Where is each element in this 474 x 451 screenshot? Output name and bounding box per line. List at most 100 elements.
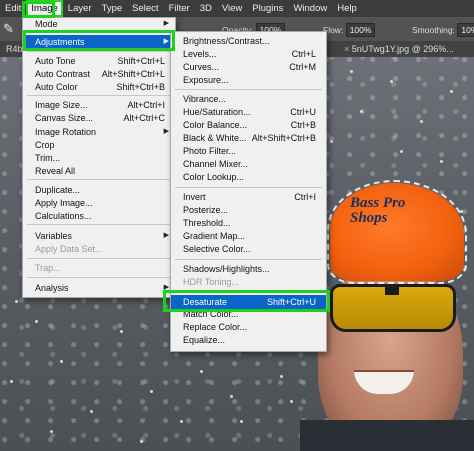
snowflake [15,300,18,303]
adjustments-item-gradient-map[interactable]: Gradient Map... [171,230,326,242]
menu-filter[interactable]: Filter [164,0,195,17]
image-menu-item-image-rotation[interactable]: Image Rotation ▶ [23,126,175,138]
smoothing-value[interactable]: 10% [457,23,474,37]
snowflake [330,140,333,143]
flow-control[interactable]: Flow: 100% [323,23,376,37]
adjustments-item-replace-color[interactable]: Replace Color... [171,321,326,333]
image-menu-item-label: Crop [35,140,55,150]
adjustments-item-photo-filter[interactable]: Photo Filter... [171,145,326,157]
adjustments-item-shadows-highlights[interactable]: Shadows/Highlights... [171,263,326,275]
adjustments-item-shortcut: Ctrl+I [294,192,316,202]
snowflake [60,360,63,363]
adjustments-item-label: Brightness/Contrast... [183,36,270,46]
chevron-right-icon: ▶ [163,232,169,239]
snowflake [50,430,53,433]
menu-separator [27,258,171,259]
image-menu-item-analysis[interactable]: Analysis ▶ [23,282,175,294]
snowflake [420,120,423,123]
image-menu-item-auto-color[interactable]: Auto Color Shift+Ctrl+B [23,81,175,93]
adjustments-item-label: Desaturate [183,297,228,307]
close-icon[interactable]: × [344,44,349,54]
snowflake [290,400,293,403]
adjustments-item-curves[interactable]: Curves... Ctrl+M [171,61,326,73]
menu-separator [175,259,322,260]
image-menu-item-image-size[interactable]: Image Size... Alt+Ctrl+I [23,99,175,111]
image-menu-item-calculations[interactable]: Calculations... [23,210,175,222]
adjustments-item-exposure[interactable]: Exposure... [171,74,326,86]
image-menu-item-variables[interactable]: Variables ▶ [23,230,175,242]
adjustments-item-label: Selective Color... [183,244,251,254]
snowflake [440,160,443,163]
image-menu-item-trim[interactable]: Trim... [23,152,175,164]
snowflake [35,320,38,323]
adjustments-item-label: Levels... [183,49,217,59]
tab-active-doc[interactable]: × 5nUTwg1Y.jpg @ 296%... [338,41,460,57]
menu-separator [175,187,322,188]
adjustments-item-channel-mixer[interactable]: Channel Mixer... [171,158,326,170]
menu-plugins[interactable]: Plugins [247,0,288,17]
image-menu-item-auto-contrast[interactable]: Auto Contrast Alt+Shift+Ctrl+L [23,68,175,80]
image-menu-item-reveal-all[interactable]: Reveal All [23,165,175,177]
image-menu-item-canvas-size[interactable]: Canvas Size... Alt+Ctrl+C [23,112,175,124]
image-menu-item-duplicate[interactable]: Duplicate... [23,184,175,196]
adjustments-item-equalize[interactable]: Equalize... [171,334,326,346]
snowflake [180,420,183,423]
menu-edit[interactable]: Edit [0,0,26,17]
snowflake [120,330,123,333]
image-menu-item-label: Adjustments [35,37,85,47]
adjustments-item-label: Gradient Map... [183,231,246,241]
adjustments-item-label: Match Color... [183,309,239,319]
adjustments-item-hdr-toning: HDR Toning... [171,276,326,288]
image-menu-item-auto-tone[interactable]: Auto Tone Shift+Ctrl+L [23,55,175,67]
adjustments-item-black-white[interactable]: Black & White... Alt+Shift+Ctrl+B [171,132,326,144]
snowflake [200,370,203,373]
menu-3d[interactable]: 3D [195,0,217,17]
adjustments-item-color-lookup[interactable]: Color Lookup... [171,171,326,183]
adjustments-item-selective-color[interactable]: Selective Color... [171,243,326,255]
adjustments-item-hue-saturation[interactable]: Hue/Saturation... Ctrl+U [171,106,326,118]
snowflake [10,380,13,383]
menu-separator [175,89,322,90]
menu-type[interactable]: Type [97,0,128,17]
sunglasses-bridge [385,287,399,295]
snowflake [350,70,353,73]
image-menu-item-adjustments[interactable]: Adjustments ▶ [23,35,175,49]
snowflake [390,80,393,83]
image-menu-item-apply-image[interactable]: Apply Image... [23,197,175,209]
flow-value[interactable]: 100% [345,23,376,37]
menu-image[interactable]: Image [26,0,63,17]
tab-active-doc-label: 5nUTwg1Y.jpg @ 296%... [351,44,454,54]
image-menu-item-label: Auto Tone [35,56,76,66]
image-menu-item-label: Mode [35,19,58,29]
menu-layer[interactable]: Layer [63,0,97,17]
menu-help[interactable]: Help [332,0,362,17]
menu-window[interactable]: Window [288,0,332,17]
image-menu-item-mode[interactable]: Mode ▶ [23,18,175,30]
adjustments-item-vibrance[interactable]: Vibrance... [171,93,326,105]
adjustments-item-invert[interactable]: Invert Ctrl+I [171,191,326,203]
adjustments-item-brightness-contrast[interactable]: Brightness/Contrast... [171,35,326,47]
image-menu-item-crop[interactable]: Crop [23,139,175,151]
adjustments-item-posterize[interactable]: Posterize... [171,204,326,216]
image-menu-item-apply-data-set: Apply Data Set... [23,243,175,255]
menubar: Edit Image Layer Type Select Filter 3D V… [0,0,474,17]
image-menu-item-shortcut: Shift+Ctrl+B [116,82,165,92]
adjustments-item-threshold[interactable]: Threshold... [171,217,326,229]
image-menu-item-shortcut: Shift+Ctrl+L [117,56,165,66]
brush-icon[interactable]: ✎ [3,22,17,36]
menu-select[interactable]: Select [127,0,163,17]
adjustments-item-levels[interactable]: Levels... Ctrl+L [171,48,326,60]
image-menu-item-label: Analysis [35,283,69,293]
adjustments-item-match-color[interactable]: Match Color... [171,308,326,320]
adjustments-item-color-balance[interactable]: Color Balance... Ctrl+B [171,119,326,131]
adjustments-item-label: Posterize... [183,205,229,215]
smoothing-control[interactable]: Smoothing: 10% [412,23,474,37]
adjustments-item-label: Color Lookup... [183,172,245,182]
snowflake [230,395,233,398]
adjustments-item-desaturate[interactable]: Desaturate Shift+Ctrl+U [171,295,326,309]
adjustments-item-label: Vibrance... [183,94,226,104]
menu-separator [27,31,171,32]
menu-separator [27,179,171,180]
menu-view[interactable]: View [217,0,247,17]
chevron-right-icon: ▶ [163,20,169,27]
